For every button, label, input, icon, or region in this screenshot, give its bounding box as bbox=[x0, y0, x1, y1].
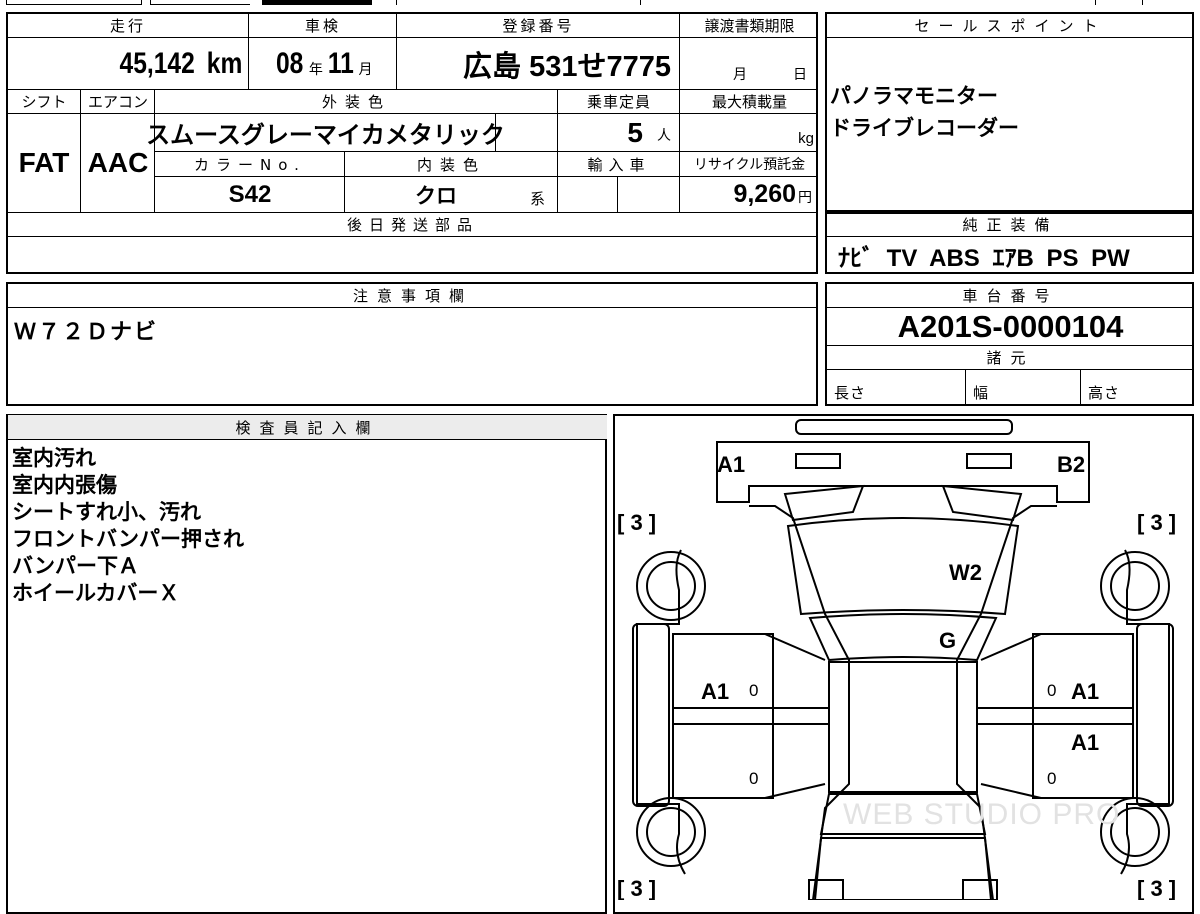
later-parts-label: 後日発送部品 bbox=[346, 216, 479, 234]
mileage-value-group: 45,142 km bbox=[8, 38, 246, 89]
transfer-day-unit: 日 bbox=[793, 66, 807, 82]
mileage-value: 45,142 bbox=[119, 46, 195, 80]
max-load-unit: kg bbox=[798, 129, 814, 147]
tire-mark: [ 3 ] bbox=[1137, 510, 1176, 535]
interior-color-unit: 系 bbox=[530, 190, 546, 208]
inspector-line: バンパー下Ａ bbox=[12, 554, 140, 578]
width-label: 幅 bbox=[973, 383, 992, 402]
capacity-value-group: 5 人 bbox=[559, 114, 679, 151]
recycle-unit: 円 bbox=[798, 189, 812, 205]
door-marker: 0 bbox=[1047, 681, 1056, 700]
notes-label: 注意事項欄 bbox=[352, 286, 473, 305]
mileage-unit: km bbox=[206, 46, 242, 80]
mileage-label: 走行 bbox=[109, 16, 146, 35]
notes-value: Ｗ７２Ｄナビ bbox=[14, 320, 159, 345]
equipment-value: ﾅﾋﾞ TV ABS ｴｱB PS PW bbox=[838, 244, 1130, 272]
capacity-unit: 人 bbox=[657, 127, 671, 143]
ac-value: AAC bbox=[87, 147, 149, 178]
interior-color-value: クロ bbox=[415, 184, 457, 208]
car-diagram: WEB STUDIO PRO [ 3 ] [ 3 ] [ 3 ] [ 3 ] A… bbox=[617, 419, 1176, 900]
ac-label: エアコン bbox=[87, 93, 148, 111]
color-no-label: カラーNo. bbox=[194, 155, 306, 174]
equipment-label: 純正装備 bbox=[962, 216, 1059, 234]
transfer-deadline-label: 譲渡書類期限 bbox=[704, 16, 795, 35]
damage-code-hood: G bbox=[939, 628, 956, 653]
tire-mark: [ 3 ] bbox=[617, 876, 656, 900]
damage-code-left-door: A1 bbox=[701, 679, 729, 704]
tire-mark: [ 3 ] bbox=[617, 510, 656, 535]
header-remnant bbox=[0, 0, 1200, 8]
inspector-line: ホイールカバーＸ bbox=[12, 581, 180, 605]
door-marker: 0 bbox=[749, 769, 758, 788]
capacity-label: 乗車定員 bbox=[586, 93, 651, 111]
later-parts-value bbox=[12, 238, 812, 272]
registration-label: 登録番号 bbox=[502, 16, 575, 35]
capacity-value: 5 bbox=[627, 116, 643, 148]
watermark: WEB STUDIO PRO bbox=[843, 798, 1120, 831]
color-no-value: S42 bbox=[228, 180, 272, 208]
damage-code-front-right: B2 bbox=[1057, 452, 1085, 477]
inspection-value-group: 08 年 11 月 bbox=[250, 38, 396, 89]
inspection-year-unit: 年 bbox=[308, 61, 323, 77]
transfer-units: 月 日 bbox=[681, 60, 818, 88]
length-label: 長さ bbox=[834, 383, 867, 402]
recycle-label: リサイクル預託金 bbox=[693, 157, 806, 173]
height-label: 高さ bbox=[1088, 383, 1121, 402]
inspector-line: フロントバンパー押され bbox=[12, 527, 245, 551]
inspection-year: 08 bbox=[276, 46, 304, 80]
inspection-month-unit: 月 bbox=[358, 61, 373, 77]
transfer-month-unit: 月 bbox=[733, 66, 747, 82]
max-load-label: 最大積載量 bbox=[711, 93, 787, 111]
inspection-label: 車検 bbox=[304, 16, 341, 35]
inspector-line: 室内汚れ bbox=[12, 446, 96, 470]
registration-value: 広島 531せ7775 bbox=[463, 50, 671, 83]
sales-point-item: ドライブレコーダー bbox=[830, 116, 1019, 140]
door-marker: 0 bbox=[749, 681, 758, 700]
tire-mark: [ 3 ] bbox=[1137, 876, 1176, 900]
recycle-value-group: 9,260 円 bbox=[681, 177, 818, 212]
recycle-value: 9,260 bbox=[733, 180, 796, 208]
door-marker: 0 bbox=[1047, 769, 1056, 788]
damage-code-right-rear-door: A1 bbox=[1071, 730, 1099, 755]
sales-points-label: セールスポイント bbox=[914, 16, 1107, 35]
chassis-value: A201S-0000104 bbox=[897, 308, 1124, 344]
inspector-line: 室内内張傷 bbox=[12, 473, 117, 497]
exterior-color-value: スムースグレーマイカメタリック bbox=[146, 122, 505, 149]
inspector-line: シートすれ小、汚れ bbox=[12, 500, 201, 524]
interior-color-label: 内装色 bbox=[416, 155, 486, 174]
damage-code-right-front-door: A1 bbox=[1071, 679, 1099, 704]
chassis-label: 車台番号 bbox=[962, 286, 1059, 305]
damage-code-windshield: W2 bbox=[949, 560, 982, 585]
exterior-color-label: 外装色 bbox=[321, 93, 391, 111]
import-label: 輸入車 bbox=[587, 155, 651, 174]
shift-label: シフト bbox=[21, 93, 67, 111]
shift-value: FAT bbox=[18, 147, 70, 178]
inspection-month: 11 bbox=[327, 46, 354, 80]
sales-point-item: パノラマモニター bbox=[830, 84, 998, 108]
specs-label: 諸元 bbox=[986, 349, 1035, 367]
inspector-label: 検査員記入欄 bbox=[8, 415, 607, 439]
damage-code-front-left: A1 bbox=[717, 452, 745, 477]
